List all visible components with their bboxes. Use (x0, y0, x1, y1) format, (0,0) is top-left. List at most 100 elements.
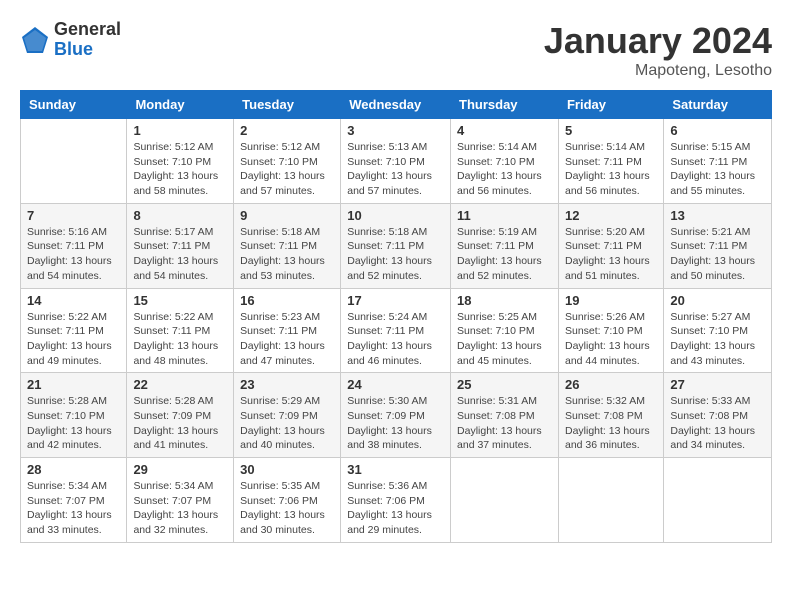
day-number: 21 (27, 377, 120, 392)
calendar-cell: 26 Sunrise: 5:32 AM Sunset: 7:08 PM Dayli… (558, 373, 663, 458)
day-info: Sunrise: 5:14 AM Sunset: 7:11 PM Dayligh… (565, 140, 657, 199)
day-number: 20 (670, 293, 765, 308)
day-info: Sunrise: 5:28 AM Sunset: 7:09 PM Dayligh… (133, 394, 227, 453)
calendar-week-row: 28 Sunrise: 5:34 AM Sunset: 7:07 PM Dayli… (21, 458, 772, 543)
logo-blue: Blue (54, 40, 121, 60)
day-number: 8 (133, 208, 227, 223)
weekday-header: Sunday (21, 91, 127, 119)
day-info: Sunrise: 5:36 AM Sunset: 7:06 PM Dayligh… (347, 479, 444, 538)
calendar-cell: 19 Sunrise: 5:26 AM Sunset: 7:10 PM Dayli… (558, 288, 663, 373)
day-number: 2 (240, 123, 334, 138)
weekday-header: Saturday (664, 91, 772, 119)
calendar-cell: 25 Sunrise: 5:31 AM Sunset: 7:08 PM Dayli… (451, 373, 559, 458)
day-number: 17 (347, 293, 444, 308)
calendar-cell: 4 Sunrise: 5:14 AM Sunset: 7:10 PM Daylig… (451, 119, 559, 204)
calendar-body: 1 Sunrise: 5:12 AM Sunset: 7:10 PM Daylig… (21, 119, 772, 543)
weekday-header: Wednesday (341, 91, 451, 119)
calendar-cell: 12Sunrise: 5:20 AM Sunset: 7:11 PM Dayli… (558, 203, 663, 288)
logo-general: General (54, 20, 121, 40)
day-number: 4 (457, 123, 552, 138)
calendar-cell: 1 Sunrise: 5:12 AM Sunset: 7:10 PM Daylig… (127, 119, 234, 204)
day-info: Sunrise: 5:16 AM Sunset: 7:11 PM Dayligh… (27, 225, 120, 284)
location: Mapoteng, Lesotho (544, 62, 772, 80)
calendar-cell: 24 Sunrise: 5:30 AM Sunset: 7:09 PM Dayli… (341, 373, 451, 458)
calendar-cell: 20 Sunrise: 5:27 AM Sunset: 7:10 PM Dayli… (664, 288, 772, 373)
calendar-cell (558, 458, 663, 543)
calendar-cell: 15 Sunrise: 5:22 AM Sunset: 7:11 PM Dayli… (127, 288, 234, 373)
page-header: General Blue January 2024 Mapoteng, Leso… (20, 20, 772, 80)
day-info: Sunrise: 5:19 AM Sunset: 7:11 PM Dayligh… (457, 225, 552, 284)
calendar-cell: 28 Sunrise: 5:34 AM Sunset: 7:07 PM Dayli… (21, 458, 127, 543)
day-number: 26 (565, 377, 657, 392)
day-info: Sunrise: 5:29 AM Sunset: 7:09 PM Dayligh… (240, 394, 334, 453)
day-info: Sunrise: 5:12 AM Sunset: 7:10 PM Dayligh… (240, 140, 334, 199)
day-info: Sunrise: 5:15 AM Sunset: 7:11 PM Dayligh… (670, 140, 765, 199)
day-info: Sunrise: 5:14 AM Sunset: 7:10 PM Dayligh… (457, 140, 552, 199)
day-number: 19 (565, 293, 657, 308)
day-number: 25 (457, 377, 552, 392)
day-info: Sunrise: 5:18 AM Sunset: 7:11 PM Dayligh… (347, 225, 444, 284)
calendar-cell: 2 Sunrise: 5:12 AM Sunset: 7:10 PM Daylig… (234, 119, 341, 204)
day-info: Sunrise: 5:27 AM Sunset: 7:10 PM Dayligh… (670, 310, 765, 369)
day-number: 11 (457, 208, 552, 223)
day-number: 23 (240, 377, 334, 392)
day-number: 31 (347, 462, 444, 477)
day-info: Sunrise: 5:13 AM Sunset: 7:10 PM Dayligh… (347, 140, 444, 199)
calendar-cell (21, 119, 127, 204)
day-info: Sunrise: 5:12 AM Sunset: 7:10 PM Dayligh… (133, 140, 227, 199)
day-number: 15 (133, 293, 227, 308)
weekday-header: Tuesday (234, 91, 341, 119)
calendar-cell: 3Sunrise: 5:13 AM Sunset: 7:10 PM Daylig… (341, 119, 451, 204)
day-info: Sunrise: 5:33 AM Sunset: 7:08 PM Dayligh… (670, 394, 765, 453)
day-info: Sunrise: 5:31 AM Sunset: 7:08 PM Dayligh… (457, 394, 552, 453)
title-area: January 2024 Mapoteng, Lesotho (544, 20, 772, 80)
calendar-cell: 31 Sunrise: 5:36 AM Sunset: 7:06 PM Dayli… (341, 458, 451, 543)
day-info: Sunrise: 5:28 AM Sunset: 7:10 PM Dayligh… (27, 394, 120, 453)
day-info: Sunrise: 5:20 AM Sunset: 7:11 PM Dayligh… (565, 225, 657, 284)
day-info: Sunrise: 5:35 AM Sunset: 7:06 PM Dayligh… (240, 479, 334, 538)
weekday-header: Friday (558, 91, 663, 119)
day-info: Sunrise: 5:21 AM Sunset: 7:11 PM Dayligh… (670, 225, 765, 284)
day-number: 1 (133, 123, 227, 138)
calendar-cell: 29Sunrise: 5:34 AM Sunset: 7:07 PM Dayli… (127, 458, 234, 543)
calendar-cell: 10 Sunrise: 5:18 AM Sunset: 7:11 PM Dayli… (341, 203, 451, 288)
day-info: Sunrise: 5:26 AM Sunset: 7:10 PM Dayligh… (565, 310, 657, 369)
calendar-week-row: 14 Sunrise: 5:22 AM Sunset: 7:11 PM Dayli… (21, 288, 772, 373)
calendar-table: SundayMondayTuesdayWednesdayThursdayFrid… (20, 90, 772, 543)
day-number: 7 (27, 208, 120, 223)
logo-text: General Blue (54, 20, 121, 60)
calendar-week-row: 1 Sunrise: 5:12 AM Sunset: 7:10 PM Daylig… (21, 119, 772, 204)
calendar-cell: 13Sunrise: 5:21 AM Sunset: 7:11 PM Dayli… (664, 203, 772, 288)
calendar-cell (664, 458, 772, 543)
calendar-cell (451, 458, 559, 543)
day-number: 22 (133, 377, 227, 392)
day-number: 9 (240, 208, 334, 223)
day-number: 14 (27, 293, 120, 308)
day-number: 6 (670, 123, 765, 138)
day-number: 24 (347, 377, 444, 392)
calendar-cell: 7 Sunrise: 5:16 AM Sunset: 7:11 PM Daylig… (21, 203, 127, 288)
calendar-cell: 18Sunrise: 5:25 AM Sunset: 7:10 PM Dayli… (451, 288, 559, 373)
day-info: Sunrise: 5:24 AM Sunset: 7:11 PM Dayligh… (347, 310, 444, 369)
day-info: Sunrise: 5:32 AM Sunset: 7:08 PM Dayligh… (565, 394, 657, 453)
day-number: 16 (240, 293, 334, 308)
calendar-cell: 27 Sunrise: 5:33 AM Sunset: 7:08 PM Dayli… (664, 373, 772, 458)
day-number: 10 (347, 208, 444, 223)
logo-icon (20, 25, 50, 55)
day-info: Sunrise: 5:34 AM Sunset: 7:07 PM Dayligh… (27, 479, 120, 538)
logo: General Blue (20, 20, 121, 60)
day-number: 28 (27, 462, 120, 477)
day-info: Sunrise: 5:34 AM Sunset: 7:07 PM Dayligh… (133, 479, 227, 538)
calendar-cell: 22 Sunrise: 5:28 AM Sunset: 7:09 PM Dayli… (127, 373, 234, 458)
calendar-header-row: SundayMondayTuesdayWednesdayThursdayFrid… (21, 91, 772, 119)
calendar-cell: 30 Sunrise: 5:35 AM Sunset: 7:06 PM Dayli… (234, 458, 341, 543)
day-number: 27 (670, 377, 765, 392)
day-number: 30 (240, 462, 334, 477)
day-info: Sunrise: 5:30 AM Sunset: 7:09 PM Dayligh… (347, 394, 444, 453)
calendar-cell: 11 Sunrise: 5:19 AM Sunset: 7:11 PM Dayli… (451, 203, 559, 288)
day-info: Sunrise: 5:22 AM Sunset: 7:11 PM Dayligh… (133, 310, 227, 369)
calendar-week-row: 7 Sunrise: 5:16 AM Sunset: 7:11 PM Daylig… (21, 203, 772, 288)
day-info: Sunrise: 5:23 AM Sunset: 7:11 PM Dayligh… (240, 310, 334, 369)
weekday-header: Monday (127, 91, 234, 119)
weekday-header: Thursday (451, 91, 559, 119)
